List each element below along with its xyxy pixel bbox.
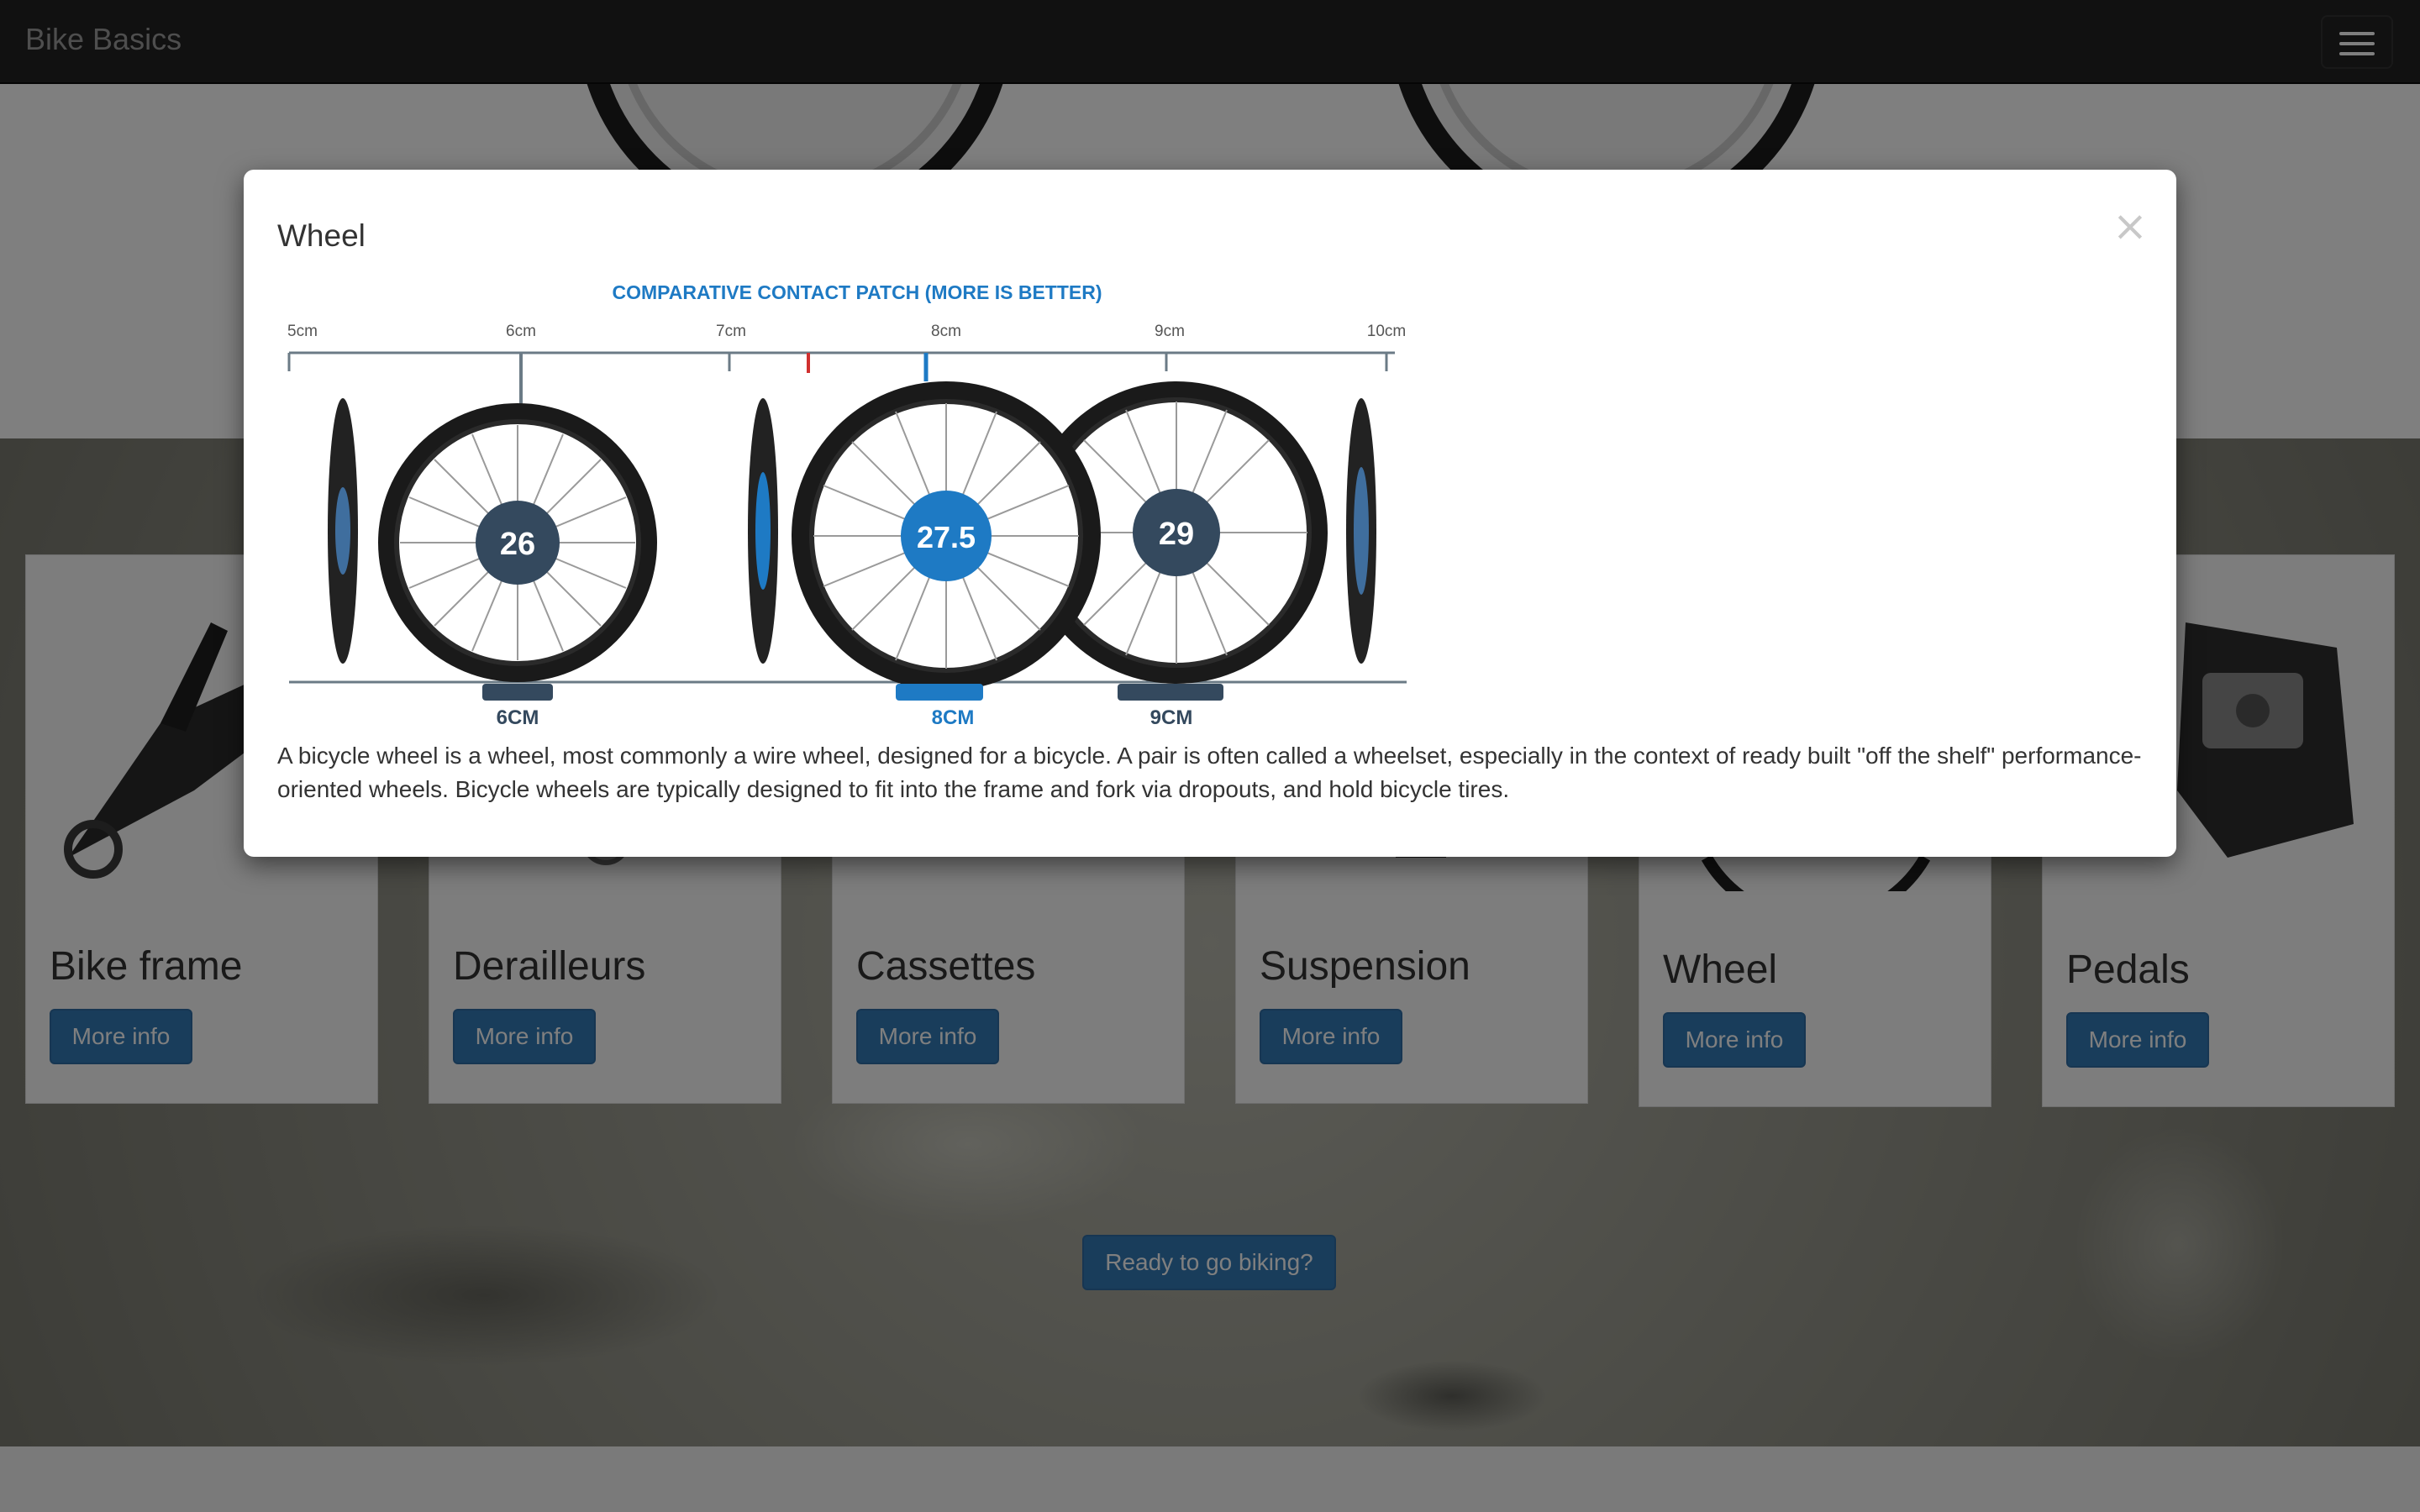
scale-label: 6cm — [506, 323, 536, 340]
side-tyre — [328, 398, 358, 664]
contact-patch-figure: COMPARATIVE CONTACT PATCH (MORE IS BETTE… — [287, 281, 1407, 729]
figure-heading: COMPARATIVE CONTACT PATCH (MORE IS BETTE… — [612, 281, 1102, 303]
contact-patch-label: 9CM — [1150, 706, 1193, 729]
wheel-26: 26 6CM — [378, 403, 657, 729]
modal-description: A bicycle wheel is a wheel, most commonl… — [277, 743, 2142, 802]
contact-patch-label: 8CM — [932, 706, 975, 729]
wheel-info-modal: Wheel × COMPARATIVE CONTACT PATCH (MORE … — [244, 170, 2176, 857]
scale-label: 7cm — [716, 323, 746, 340]
wheel-size-label: 29 — [1159, 517, 1194, 552]
side-tyre — [748, 398, 778, 664]
contact-patch-label: 6CM — [497, 706, 539, 729]
close-icon[interactable]: × — [2112, 205, 2148, 247]
scale-label: 5cm — [287, 323, 318, 340]
wheel-27-5: 27.5 8CM — [792, 381, 1101, 729]
scale-label: 8cm — [931, 323, 961, 340]
scale-label: 10cm — [1367, 323, 1406, 340]
wheel-size-label: 27.5 — [917, 520, 976, 554]
side-tyre — [1346, 398, 1376, 664]
wheel-size-label: 26 — [500, 527, 535, 562]
scale-label: 9cm — [1155, 323, 1185, 340]
modal-title: Wheel — [277, 218, 366, 253]
